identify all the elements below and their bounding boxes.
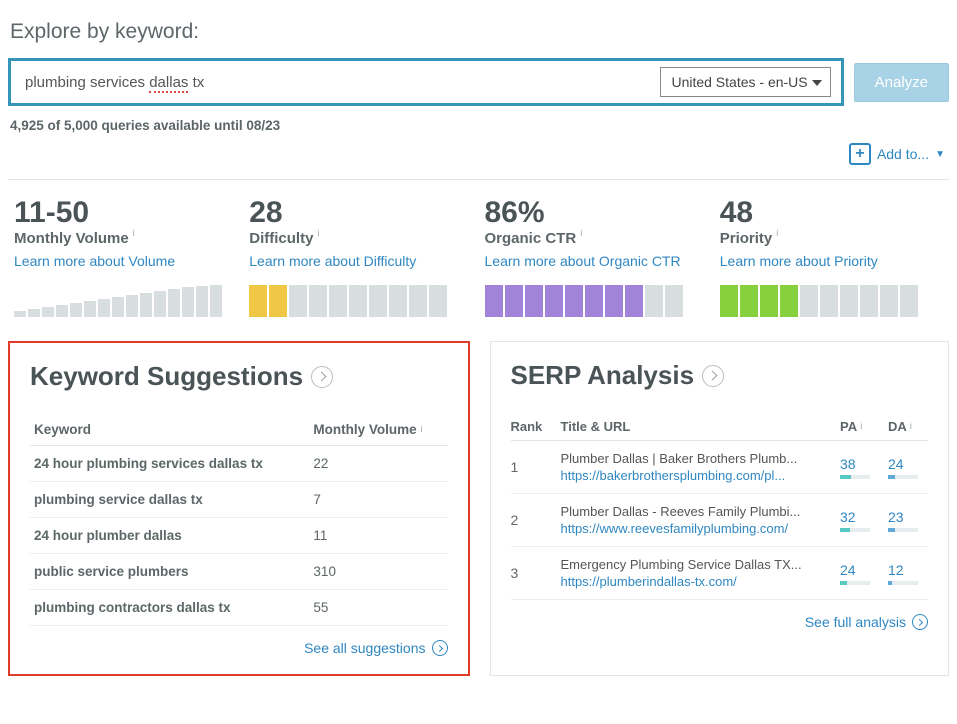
priority-learn-link[interactable]: Learn more about Priority bbox=[720, 253, 939, 269]
keyword-suggestions-title[interactable]: Keyword Suggestions bbox=[30, 361, 448, 392]
metric-priority: 48 Priorityi Learn more about Priority bbox=[714, 198, 949, 317]
keyword-cell: 24 hour plumber dallas bbox=[30, 518, 309, 554]
table-row[interactable]: 24 hour plumbing services dallas tx22 bbox=[30, 446, 448, 482]
volume-chart bbox=[14, 285, 233, 317]
table-row[interactable]: 24 hour plumber dallas11 bbox=[30, 518, 448, 554]
metric-volume: 11-50 Monthly Volumei Learn more about V… bbox=[8, 198, 243, 317]
table-row[interactable]: public service plumbers310 bbox=[30, 554, 448, 590]
serp-analysis-panel: SERP Analysis Rank Title & URL PA i DA i… bbox=[490, 341, 950, 676]
quota-text: 4,925 of 5,000 queries available until 0… bbox=[10, 118, 947, 133]
serp-url-link[interactable]: https://bakerbrothersplumbing.com/pl... bbox=[561, 468, 833, 483]
add-to-button[interactable]: + Add to... ▼ bbox=[849, 143, 945, 165]
chevron-down-icon: ▼ bbox=[935, 149, 945, 160]
rank-cell: 3 bbox=[511, 565, 561, 581]
metric-difficulty: 28 Difficultyi Learn more about Difficul… bbox=[243, 198, 478, 317]
priority-chart bbox=[720, 285, 939, 317]
difficulty-learn-link[interactable]: Learn more about Difficulty bbox=[249, 253, 468, 269]
info-icon[interactable]: i bbox=[776, 228, 778, 238]
info-icon[interactable]: i bbox=[133, 228, 135, 238]
volume-cell: 7 bbox=[309, 482, 447, 518]
volume-learn-link[interactable]: Learn more about Volume bbox=[14, 253, 233, 269]
chevron-right-icon bbox=[702, 365, 724, 387]
table-row[interactable]: plumbing contractors dallas tx55 bbox=[30, 590, 448, 626]
keyword-cell: plumbing service dallas tx bbox=[30, 482, 309, 518]
serp-title: Plumber Dallas - Reeves Family Plumbi... bbox=[561, 504, 833, 519]
da-score[interactable]: 23 bbox=[888, 509, 928, 532]
serp-url-link[interactable]: https://www.reevesfamilyplumbing.com/ bbox=[561, 521, 833, 536]
pa-score[interactable]: 32 bbox=[840, 509, 888, 532]
serp-title: Emergency Plumbing Service Dallas TX... bbox=[561, 557, 833, 572]
info-icon[interactable]: i bbox=[317, 228, 319, 238]
suggestions-table: Keyword Monthly Volume i 24 hour plumbin… bbox=[30, 414, 448, 626]
plus-icon: + bbox=[849, 143, 871, 165]
serp-row: 1Plumber Dallas | Baker Brothers Plumb..… bbox=[511, 441, 929, 494]
rank-cell: 1 bbox=[511, 459, 561, 475]
volume-cell: 310 bbox=[309, 554, 447, 590]
serp-row: 3Emergency Plumbing Service Dallas TX...… bbox=[511, 547, 929, 600]
keyword-cell: 24 hour plumbing services dallas tx bbox=[30, 446, 309, 482]
analyze-button[interactable]: Analyze bbox=[854, 63, 949, 102]
table-row[interactable]: plumbing service dallas tx7 bbox=[30, 482, 448, 518]
volume-cell: 55 bbox=[309, 590, 447, 626]
see-full-analysis-link[interactable]: See full analysis bbox=[511, 614, 929, 630]
serp-analysis-title[interactable]: SERP Analysis bbox=[511, 360, 929, 391]
info-icon[interactable]: i bbox=[860, 421, 862, 431]
pa-score[interactable]: 24 bbox=[840, 562, 888, 585]
metrics-row: 11-50 Monthly Volumei Learn more about V… bbox=[8, 179, 949, 317]
da-score[interactable]: 24 bbox=[888, 456, 928, 479]
chevron-right-icon bbox=[432, 640, 448, 656]
info-icon[interactable]: i bbox=[420, 424, 422, 434]
keyword-input[interactable]: plumbing services dallas tx bbox=[19, 70, 660, 95]
locale-select[interactable]: United States - en-US bbox=[660, 67, 830, 97]
chevron-right-icon bbox=[311, 366, 333, 388]
ctr-chart bbox=[485, 285, 704, 317]
serp-url-link[interactable]: https://plumberindallas-tx.com/ bbox=[561, 574, 833, 589]
serp-row: 2Plumber Dallas - Reeves Family Plumbi..… bbox=[511, 494, 929, 547]
see-all-suggestions-link[interactable]: See all suggestions bbox=[30, 640, 448, 656]
pa-score[interactable]: 38 bbox=[840, 456, 888, 479]
keyword-cell: public service plumbers bbox=[30, 554, 309, 590]
ctr-learn-link[interactable]: Learn more about Organic CTR bbox=[485, 253, 704, 269]
serp-title: Plumber Dallas | Baker Brothers Plumb... bbox=[561, 451, 833, 466]
serp-table-header: Rank Title & URL PA i DA i bbox=[511, 413, 929, 441]
rank-cell: 2 bbox=[511, 512, 561, 528]
volume-cell: 11 bbox=[309, 518, 447, 554]
search-box: plumbing services dallas tx United State… bbox=[8, 58, 844, 106]
da-score[interactable]: 12 bbox=[888, 562, 928, 585]
chevron-right-icon bbox=[912, 614, 928, 630]
info-icon[interactable]: i bbox=[580, 228, 582, 238]
keyword-cell: plumbing contractors dallas tx bbox=[30, 590, 309, 626]
search-row: plumbing services dallas tx United State… bbox=[8, 58, 949, 106]
metric-ctr: 86% Organic CTRi Learn more about Organi… bbox=[479, 198, 714, 317]
info-icon[interactable]: i bbox=[910, 421, 912, 431]
explore-label: Explore by keyword: bbox=[10, 20, 947, 44]
difficulty-chart bbox=[249, 285, 468, 317]
volume-cell: 22 bbox=[309, 446, 447, 482]
keyword-suggestions-panel: Keyword Suggestions Keyword Monthly Volu… bbox=[8, 341, 470, 676]
